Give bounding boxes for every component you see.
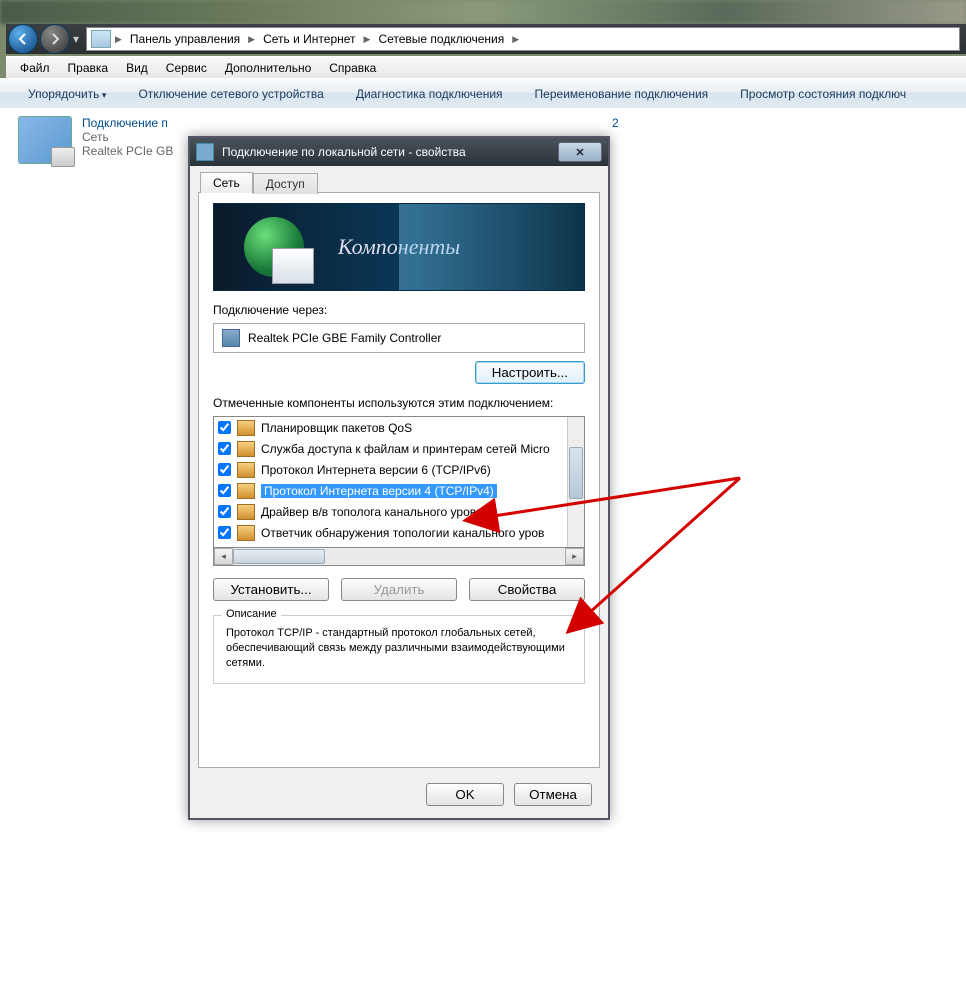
properties-button[interactable]: Свойства	[469, 578, 585, 601]
menu-bar: Файл Правка Вид Сервис Дополнительно Спр…	[6, 56, 966, 80]
forward-button[interactable]	[40, 24, 70, 54]
protocol-icon	[237, 462, 255, 478]
nav-history-dropdown[interactable]: ▾	[70, 25, 82, 53]
connection-name: Подключение п	[82, 116, 173, 130]
component-label: Протокол Интернета версии 4 (TCP/IPv4)	[261, 484, 497, 498]
connection-item[interactable]: Подключение п Сеть Realtek PCIe GB	[18, 116, 173, 164]
folder-icon	[91, 30, 111, 48]
menu-advanced[interactable]: Дополнительно	[217, 59, 319, 77]
component-checkbox[interactable]	[218, 526, 231, 539]
properties-dialog: Подключение по локальной сети - свойства…	[188, 136, 610, 820]
component-checkbox[interactable]	[218, 463, 231, 476]
component-checkbox[interactable]	[218, 505, 231, 518]
chevron-right-icon[interactable]: ▶	[362, 34, 373, 45]
tab-network[interactable]: Сеть	[200, 172, 253, 193]
checklist-icon	[272, 248, 314, 284]
tab-strip: Сеть Доступ	[200, 172, 318, 193]
component-label: Планировщик пакетов QoS	[261, 421, 412, 435]
protocol-icon	[237, 504, 255, 520]
component-row[interactable]: Планировщик пакетов QoS	[214, 417, 568, 438]
components-listbox[interactable]: Планировщик пакетов QoS Служба доступа к …	[213, 416, 585, 548]
scrollbar-thumb[interactable]	[569, 447, 583, 499]
description-text: Протокол TCP/IP - стандартный протокол г…	[226, 626, 572, 671]
banner-shine	[399, 204, 584, 290]
organize-menu[interactable]: Упорядочить	[12, 87, 122, 101]
back-button[interactable]	[8, 24, 38, 54]
connection-network: Сеть	[82, 130, 173, 144]
command-bar: Упорядочить Отключение сетевого устройст…	[0, 78, 966, 110]
component-label: Служба доступа к файлам и принтерам сете…	[261, 442, 550, 456]
component-row[interactable]: Драйвер в/в тополога канального уровня	[214, 501, 568, 522]
description-group: Описание Протокол TCP/IP - стандартный п…	[213, 615, 585, 684]
dialog-actions: OK Отмена	[426, 783, 592, 806]
menu-edit[interactable]: Правка	[60, 59, 117, 77]
background-item-fragment: 2	[612, 116, 619, 130]
component-row[interactable]: Протокол Интернета версии 4 (TCP/IPv4)	[214, 480, 568, 501]
component-label: Ответчик обнаружения топологии канальног…	[261, 526, 544, 540]
adapter-icon	[222, 329, 240, 347]
menu-file[interactable]: Файл	[12, 59, 58, 77]
ok-button[interactable]: OK	[426, 783, 504, 806]
view-status-button[interactable]: Просмотр состояния подключ	[724, 87, 922, 101]
remove-button: Удалить	[341, 578, 457, 601]
component-row[interactable]: Ответчик обнаружения топологии канальног…	[214, 522, 568, 543]
network-adapter-icon	[18, 116, 72, 164]
dialog-titlebar[interactable]: Подключение по локальной сети - свойства…	[190, 138, 608, 166]
component-row[interactable]: Протокол Интернета версии 6 (TCP/IPv6)	[214, 459, 568, 480]
dialog-title: Подключение по локальной сети - свойства	[222, 145, 550, 159]
menu-help[interactable]: Справка	[321, 59, 384, 77]
chevron-right-icon[interactable]: ▶	[510, 34, 521, 45]
horizontal-scrollbar[interactable]: ◂ ▸	[213, 548, 585, 566]
component-checkbox[interactable]	[218, 442, 231, 455]
adapter-name: Realtek PCIe GBE Family Controller	[248, 331, 441, 345]
dialog-icon	[196, 143, 214, 161]
cancel-button[interactable]: Отмена	[514, 783, 592, 806]
vertical-scrollbar[interactable]	[567, 417, 584, 547]
protocol-icon	[237, 420, 255, 436]
disable-device-button[interactable]: Отключение сетевого устройства	[122, 87, 339, 101]
component-row[interactable]: Служба доступа к файлам и принтерам сете…	[214, 438, 568, 459]
diagnose-button[interactable]: Диагностика подключения	[340, 87, 519, 101]
window-chrome-bg	[0, 0, 966, 24]
component-checkbox[interactable]	[218, 484, 231, 497]
protocol-icon	[237, 525, 255, 541]
explorer-navbar: ▾ ▶ Панель управления ▶ Сеть и Интернет …	[6, 24, 966, 54]
scroll-right-button[interactable]: ▸	[565, 548, 584, 565]
install-button[interactable]: Установить...	[213, 578, 329, 601]
connection-adapter: Realtek PCIe GB	[82, 144, 173, 158]
connection-labels: Подключение п Сеть Realtek PCIe GB	[82, 116, 173, 164]
scroll-left-button[interactable]: ◂	[214, 548, 233, 565]
components-banner: Компоненты	[213, 203, 585, 291]
configure-button[interactable]: Настроить...	[475, 361, 585, 384]
scrollbar-track[interactable]	[233, 549, 565, 564]
menu-tools[interactable]: Сервис	[158, 59, 215, 77]
close-button[interactable]: ✕	[558, 142, 602, 162]
breadcrumb-item[interactable]: Сеть и Интернет	[259, 28, 359, 50]
protocol-icon	[237, 483, 255, 499]
chevron-right-icon[interactable]: ▶	[113, 34, 124, 45]
component-checkbox[interactable]	[218, 421, 231, 434]
tab-access[interactable]: Доступ	[253, 173, 318, 194]
chevron-right-icon[interactable]: ▶	[246, 34, 257, 45]
component-label: Протокол Интернета версии 6 (TCP/IPv6)	[261, 463, 491, 477]
breadcrumb-item[interactable]: Панель управления	[126, 28, 244, 50]
scrollbar-thumb[interactable]	[233, 549, 325, 564]
address-bar[interactable]: ▶ Панель управления ▶ Сеть и Интернет ▶ …	[86, 27, 960, 51]
adapter-field: Realtek PCIe GBE Family Controller	[213, 323, 585, 353]
description-legend: Описание	[222, 608, 281, 620]
tab-page-network: Компоненты Подключение через: Realtek PC…	[198, 192, 600, 768]
protocol-icon	[237, 441, 255, 457]
menu-view[interactable]: Вид	[118, 59, 156, 77]
components-label: Отмеченные компоненты используются этим …	[213, 396, 573, 410]
breadcrumb-item[interactable]: Сетевые подключения	[374, 28, 508, 50]
connect-via-label: Подключение через:	[213, 303, 585, 317]
component-label: Драйвер в/в тополога канального уровня	[261, 505, 489, 519]
dialog-body: Сеть Доступ Компоненты Подключение через…	[190, 166, 608, 818]
rename-button[interactable]: Переименование подключения	[519, 87, 725, 101]
